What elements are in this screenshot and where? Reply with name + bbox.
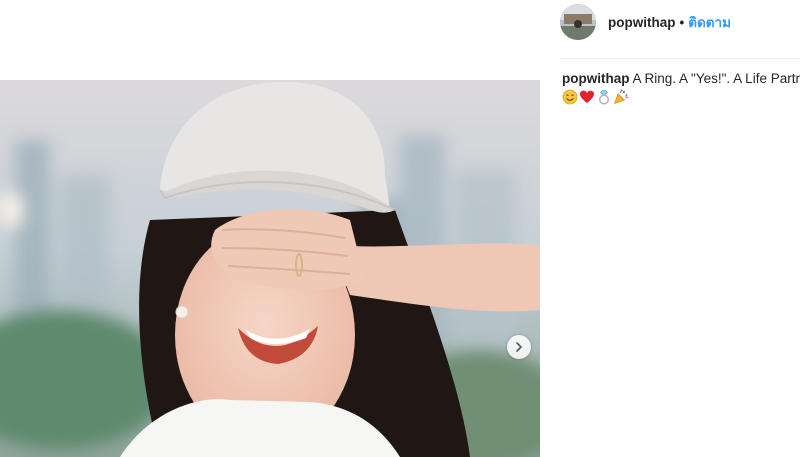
header-text: popwithap • ติดตาม: [608, 11, 731, 33]
carousel-next-button[interactable]: [507, 335, 531, 359]
header-divider: [560, 58, 800, 59]
post-header: popwithap • ติดตาม: [560, 0, 800, 44]
red-heart-emoji: [579, 89, 595, 105]
ring-emoji: [596, 89, 612, 105]
caption-text: A Ring. A "Yes!". A Life Partner: [632, 71, 800, 86]
separator-dot: •: [679, 14, 685, 30]
username-link[interactable]: popwithap: [608, 15, 676, 30]
post-caption: popwithap A Ring. A "Yes!". A Life Partn…: [562, 70, 800, 88]
follow-button[interactable]: ติดตาม: [688, 11, 731, 33]
avatar-image: [560, 4, 596, 40]
caption-emojis: [562, 88, 629, 106]
photo-illustration: [0, 80, 540, 457]
post-side-panel: popwithap • ติดตาม popwithap A Ring. A "…: [540, 0, 800, 457]
caption-username-link[interactable]: popwithap: [562, 71, 630, 86]
instagram-post-view: popwithap • ติดตาม popwithap A Ring. A "…: [0, 0, 800, 457]
avatar[interactable]: [560, 4, 596, 40]
post-photo[interactable]: [0, 80, 540, 457]
chevron-right-icon: [516, 342, 522, 352]
smiling-face-emoji: [562, 89, 578, 105]
party-popper-emoji: [613, 89, 629, 105]
